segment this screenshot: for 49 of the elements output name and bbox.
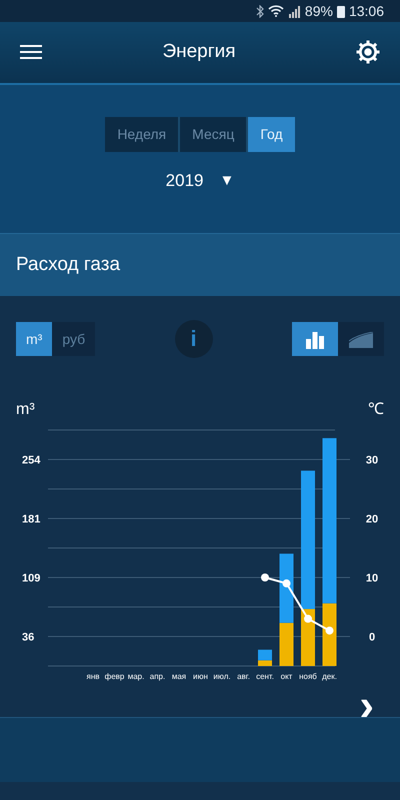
- y-axis-label: 10: [366, 572, 378, 584]
- period-tab[interactable]: Год: [246, 117, 295, 152]
- month-label: дек.: [322, 672, 337, 681]
- y-axis-label: 30: [366, 454, 378, 466]
- battery-icon: [336, 4, 345, 18]
- month-label: мая: [172, 672, 186, 681]
- battery-percent: 89%: [304, 2, 333, 20]
- bar-chart-button[interactable]: [292, 322, 338, 356]
- month-label: янв: [86, 672, 100, 681]
- point: [261, 574, 269, 582]
- year-dropdown-arrow[interactable]: ▼: [219, 170, 234, 192]
- bar-chart-icon: [304, 330, 325, 349]
- month-label: нояб: [299, 672, 317, 681]
- gear-icon: [356, 40, 380, 64]
- y-axis-label: 109: [22, 572, 40, 584]
- signal-icon: [288, 4, 301, 18]
- point: [326, 626, 334, 635]
- y-axis-label: 36: [22, 632, 34, 644]
- y-axis-label: 181: [22, 514, 40, 526]
- wifi-icon: [268, 5, 284, 17]
- month-label: июн: [193, 672, 208, 681]
- info-button[interactable]: i: [174, 320, 213, 358]
- month-label: февр: [104, 672, 124, 681]
- month-label: сент.: [256, 672, 274, 681]
- period-tab[interactable]: Неделя: [105, 117, 178, 152]
- axis-unit: m³: [16, 400, 35, 420]
- section-title: Расход газа: [16, 252, 120, 277]
- unit-toggle[interactable]: m³: [16, 322, 52, 356]
- menu-icon: [20, 44, 42, 60]
- month-label: июл.: [213, 672, 231, 681]
- clock: 13:06: [348, 2, 384, 20]
- month-label: авг.: [237, 672, 250, 681]
- y-axis-label: 20: [366, 514, 378, 526]
- month-label: окт: [280, 672, 292, 681]
- point: [304, 614, 312, 623]
- period-tab[interactable]: Месяц: [178, 117, 246, 152]
- point: [282, 579, 290, 588]
- y-axis-label: 0: [368, 632, 376, 644]
- next-button[interactable]: ›: [357, 681, 376, 717]
- axis-unit: ℃: [368, 400, 384, 420]
- area-chart-button[interactable]: [338, 322, 384, 356]
- area-chart-icon: [348, 332, 373, 348]
- month-label: мар.: [128, 672, 144, 681]
- screen-title: Энергия: [162, 40, 236, 64]
- month-label: апр.: [150, 672, 166, 681]
- year-value[interactable]: 2019: [166, 168, 204, 194]
- unit-toggle[interactable]: руб: [52, 322, 96, 356]
- bluetooth-icon: [256, 4, 264, 18]
- y-axis-label: 254: [22, 454, 40, 466]
